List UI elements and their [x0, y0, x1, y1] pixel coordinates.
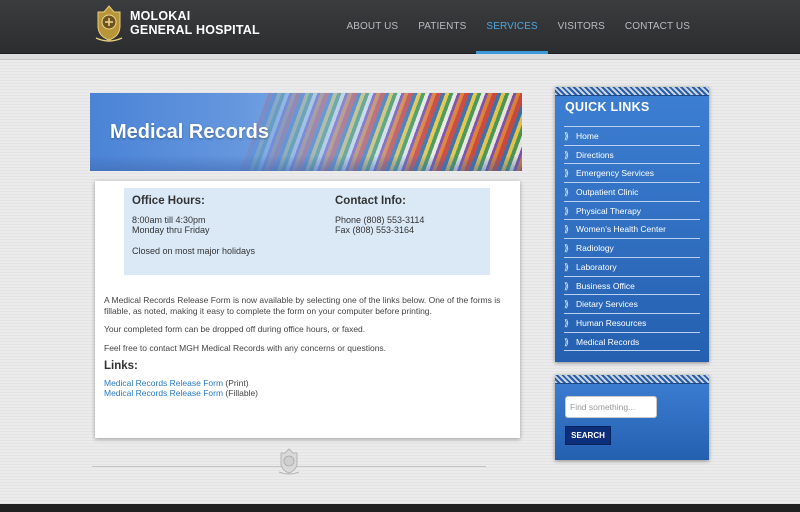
chevron-right-icon: ⟫: [564, 261, 570, 272]
chevron-right-icon: ⟫: [564, 224, 570, 235]
hospital-seal-icon: [95, 5, 123, 42]
panel-pattern-border: [555, 87, 709, 96]
quick-link-human-resources[interactable]: ⟫ Human Resources: [564, 314, 700, 333]
chevron-right-icon: ⟫: [564, 336, 570, 347]
quick-link-emergency-services[interactable]: ⟫ Emergency Services: [564, 164, 700, 184]
main-nav: ABOUT US PATIENTS SERVICES VISITORS CONT…: [336, 0, 700, 54]
chevron-right-icon: ⟫: [564, 205, 570, 216]
footer-bar: [0, 504, 800, 512]
quick-link-label: Business Office: [576, 280, 635, 291]
search-input[interactable]: [565, 396, 657, 418]
quick-link-label: Dietary Services: [576, 299, 638, 310]
body-paragraph: Your completed form can be dropped off d…: [104, 324, 366, 334]
search-button[interactable]: SEARCH: [565, 426, 611, 445]
quick-link-label: Emergency Services: [576, 168, 654, 179]
quick-link-label: Home: [576, 131, 599, 141]
quick-link-radiology[interactable]: ⟫ Radiology: [564, 239, 700, 258]
release-form-fillable-link[interactable]: Medical Records Release Form: [104, 388, 223, 398]
nav-visitors[interactable]: VISITORS: [548, 0, 615, 54]
office-hours-days: Monday thru Friday: [132, 225, 210, 235]
body-paragraph: Feel free to contact MGH Medical Records…: [104, 342, 387, 353]
header-divider-strip: [0, 54, 800, 60]
quick-link-label: Medical Records: [576, 336, 640, 347]
quick-links-list: ⟫ Home ⟫ Directions ⟫ Emergency Services ⟫ O…: [564, 126, 700, 352]
contact-phone: Phone (808) 553-3114: [335, 214, 425, 225]
quick-links-title: QUICK LINKS: [565, 100, 650, 114]
nav-patients[interactable]: PATIENTS: [408, 0, 476, 54]
contact-info-heading: Contact Info:: [335, 195, 406, 207]
contact-fax: Fax (808) 553-3164: [335, 225, 415, 235]
office-hours-time: 8:00am till 4:30pm: [132, 214, 206, 225]
panel-pattern-border: [555, 375, 709, 384]
chevron-right-icon: ⟫: [564, 168, 570, 179]
nav-services[interactable]: SERVICES: [476, 0, 548, 54]
quick-link-label: Laboratory: [576, 261, 617, 272]
quick-link-physical-therapy[interactable]: ⟫ Physical Therapy: [564, 202, 700, 221]
chevron-right-icon: ⟫: [564, 131, 570, 141]
site-name-line1: MOLOKAI: [130, 9, 191, 23]
chevron-right-icon: ⟫: [564, 149, 570, 160]
page-banner: Medical Records: [90, 93, 522, 171]
quick-link-directions[interactable]: ⟫ Directions: [564, 146, 700, 165]
site-name: MOLOKAI GENERAL HOSPITAL: [130, 9, 260, 37]
link-item: Medical Records Release Form (Print): [104, 378, 514, 389]
chevron-right-icon: ⟫: [564, 280, 570, 291]
chevron-right-icon: ⟫: [564, 187, 570, 198]
page-title: Medical Records: [110, 121, 269, 143]
quick-link-label: Human Resources: [576, 317, 647, 328]
quick-link-label: Women’s Health Center: [576, 224, 666, 235]
site-name-line2: GENERAL HOSPITAL: [130, 23, 260, 37]
nav-about-us[interactable]: ABOUT US: [336, 0, 408, 54]
quick-link-womens-health-center[interactable]: ⟫ Women’s Health Center: [564, 220, 700, 240]
site-logo[interactable]: MOLOKAI GENERAL HOSPITAL: [92, 4, 262, 44]
office-hours-heading: Office Hours:: [132, 195, 205, 207]
site-header: MOLOKAI GENERAL HOSPITAL ABOUT US PATIEN…: [0, 0, 800, 54]
chevron-right-icon: ⟫: [564, 317, 570, 328]
chevron-right-icon: ⟫: [564, 299, 570, 310]
link-note: (Fillable): [225, 388, 259, 398]
banner-shade: [90, 155, 522, 171]
quick-link-label: Physical Therapy: [576, 205, 642, 216]
body-text: A Medical Records Release Form is now av…: [104, 295, 514, 399]
quick-link-label: Radiology: [576, 243, 614, 254]
quick-link-home[interactable]: ⟫ Home: [564, 127, 700, 146]
office-info-box: Office Hours: 8:00am till 4:30pm Monday …: [124, 188, 490, 275]
search-panel: SEARCH: [555, 375, 709, 460]
links-heading: Links:: [104, 360, 138, 372]
hospital-seal-icon: [278, 448, 300, 475]
quick-link-laboratory[interactable]: ⟫ Laboratory: [564, 258, 700, 277]
quick-link-medical-records[interactable]: ⟫ Medical Records: [564, 333, 700, 352]
body-paragraph: A Medical Records Release Form is now av…: [104, 295, 501, 316]
quick-link-dietary-services[interactable]: ⟫ Dietary Services: [564, 295, 700, 314]
chevron-right-icon: ⟫: [564, 243, 570, 254]
contact-info-column: Contact Info: Phone (808) 553-3114 Fax (…: [335, 196, 424, 236]
main-content: Office Hours: 8:00am till 4:30pm Monday …: [95, 181, 520, 438]
quick-link-business-office[interactable]: ⟫ Business Office: [564, 277, 700, 296]
release-form-print-link[interactable]: Medical Records Release Form: [104, 378, 223, 388]
office-holiday-note: Closed on most major holidays: [132, 245, 256, 256]
quick-link-outpatient-clinic[interactable]: ⟫ Outpatient Clinic: [564, 183, 700, 202]
office-hours-column: Office Hours: 8:00am till 4:30pm Monday …: [132, 196, 255, 256]
link-note: (Print): [225, 377, 249, 388]
quick-links-panel: QUICK LINKS ⟫ Home ⟫ Directions ⟫ Emergency…: [555, 87, 709, 362]
quick-link-label: Outpatient Clinic: [576, 187, 639, 198]
nav-contact-us[interactable]: CONTACT US: [615, 0, 700, 54]
link-item: Medical Records Release Form (Fillable): [104, 388, 514, 399]
quick-link-label: Directions: [576, 149, 614, 160]
